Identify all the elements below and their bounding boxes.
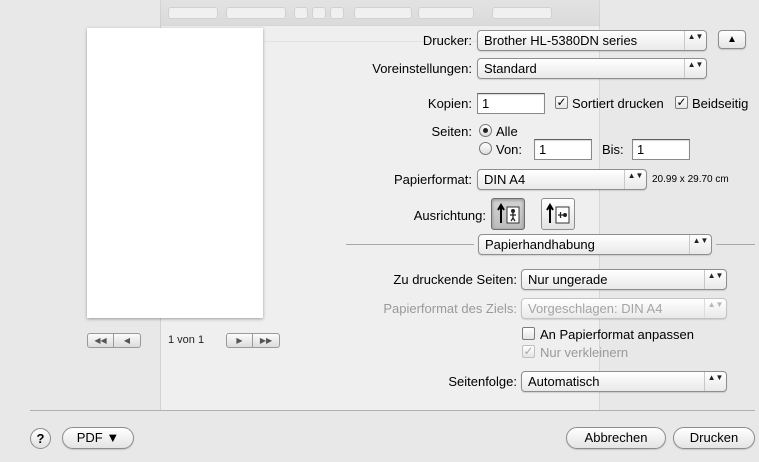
scale-down-only-label: Nur verkleinern bbox=[540, 345, 629, 360]
disclosure-triangle-icon: ▲ bbox=[727, 34, 737, 45]
checkmark-icon: ✓ bbox=[523, 344, 534, 358]
presets-label: Voreinstellungen: bbox=[372, 61, 472, 76]
orientation-label: Ausrichtung: bbox=[413, 208, 486, 223]
paper-size-label: Papierformat: bbox=[393, 172, 472, 187]
page-order-popup[interactable]: Automatisch ▲▼ bbox=[521, 371, 727, 392]
scale-to-fit-label: An Papierformat anpassen bbox=[540, 327, 694, 342]
portrait-orientation-button[interactable] bbox=[491, 198, 525, 230]
presets-value: Standard bbox=[484, 61, 537, 76]
checkmark-icon: ✓ bbox=[676, 95, 687, 109]
collate-checkbox[interactable]: ✓ bbox=[555, 96, 568, 109]
page-order-label: Seitenfolge: bbox=[448, 374, 517, 389]
background-toolbar bbox=[160, 0, 600, 26]
help-icon: ? bbox=[36, 431, 45, 446]
paper-dimensions: 20.99 x 29.70 cm bbox=[652, 174, 729, 185]
presets-popup[interactable]: Standard ▲▼ bbox=[477, 58, 707, 79]
pdf-menu-button[interactable]: PDF ▼ bbox=[62, 427, 134, 449]
cancel-button[interactable]: Abbrechen bbox=[566, 427, 666, 449]
popup-arrows-icon: ▲▼ bbox=[704, 270, 726, 289]
destination-paper-popup[interactable]: Vorgeschlagen: DIN A4 ▲▼ bbox=[521, 298, 727, 319]
portrait-orientation-icon bbox=[497, 203, 520, 224]
pages-to-print-value: Nur ungerade bbox=[528, 272, 608, 287]
pages-from-field[interactable]: 1 bbox=[534, 139, 592, 160]
pages-all-label: Alle bbox=[496, 124, 518, 139]
printer-popup[interactable]: Brother HL-5380DN series ▲▼ bbox=[477, 30, 707, 51]
print-button[interactable]: Drucken bbox=[673, 427, 755, 449]
disclosure-button[interactable]: ▲ bbox=[718, 30, 746, 49]
page-order-value: Automatisch bbox=[528, 374, 600, 389]
preview-nav-back-group: ◀◀ ◀ bbox=[87, 333, 141, 348]
pages-to-label: Bis: bbox=[602, 142, 624, 157]
radio-selected-dot bbox=[483, 128, 488, 133]
collate-label: Sortiert drucken bbox=[572, 96, 664, 111]
duplex-label: Beidseitig bbox=[692, 96, 749, 111]
section-value: Papierhandhabung bbox=[485, 237, 595, 252]
last-page-button[interactable]: ▶▶ bbox=[253, 333, 280, 348]
copies-label: Kopien: bbox=[427, 96, 472, 111]
popup-arrows-icon: ▲▼ bbox=[684, 59, 706, 78]
destination-paper-label: Papierformat des Ziels: bbox=[383, 301, 517, 316]
previous-page-button[interactable]: ◀ bbox=[114, 333, 141, 348]
pages-to-print-popup[interactable]: Nur ungerade ▲▼ bbox=[521, 269, 727, 290]
popup-arrows-icon: ▲▼ bbox=[684, 31, 706, 50]
destination-paper-value: Vorgeschlagen: DIN A4 bbox=[528, 301, 663, 316]
scale-to-fit-checkbox[interactable] bbox=[522, 327, 535, 340]
pages-to-print-label: Zu druckende Seiten: bbox=[393, 272, 517, 287]
copies-field[interactable]: 1 bbox=[477, 93, 545, 114]
printer-value: Brother HL-5380DN series bbox=[484, 33, 638, 48]
page-preview bbox=[87, 28, 263, 318]
landscape-orientation-button[interactable] bbox=[541, 198, 575, 230]
checkmark-icon: ✓ bbox=[556, 95, 567, 109]
help-button[interactable]: ? bbox=[30, 428, 51, 449]
duplex-checkbox[interactable]: ✓ bbox=[675, 96, 688, 109]
popup-arrows-icon: ▲▼ bbox=[624, 170, 646, 189]
preview-nav-forward-group: ▶ ▶▶ bbox=[226, 333, 280, 348]
first-page-button[interactable]: ◀◀ bbox=[87, 333, 114, 348]
printer-label: Drucker: bbox=[422, 33, 472, 48]
pages-range-radio[interactable] bbox=[479, 142, 492, 155]
section-popup[interactable]: Papierhandhabung ▲▼ bbox=[478, 234, 712, 255]
paper-size-value: DIN A4 bbox=[484, 172, 526, 187]
pages-label: Seiten: bbox=[431, 124, 472, 139]
popup-arrows-icon: ▲▼ bbox=[704, 372, 726, 391]
section-separator-right bbox=[716, 244, 755, 245]
page-counter: 1 von 1 bbox=[168, 334, 205, 346]
footer-separator bbox=[30, 410, 755, 411]
landscape-orientation-icon bbox=[546, 203, 570, 224]
scale-down-only-checkbox[interactable]: ✓ bbox=[522, 345, 535, 358]
pages-to-field[interactable]: 1 bbox=[632, 139, 690, 160]
section-separator-left bbox=[346, 244, 474, 245]
pages-from-label: Von: bbox=[496, 142, 523, 157]
next-page-button[interactable]: ▶ bbox=[226, 333, 253, 348]
pages-all-radio[interactable] bbox=[479, 124, 492, 137]
popup-arrows-icon: ▲▼ bbox=[689, 235, 711, 254]
paper-size-popup[interactable]: DIN A4 ▲▼ bbox=[477, 169, 647, 190]
popup-arrows-icon: ▲▼ bbox=[704, 299, 726, 318]
